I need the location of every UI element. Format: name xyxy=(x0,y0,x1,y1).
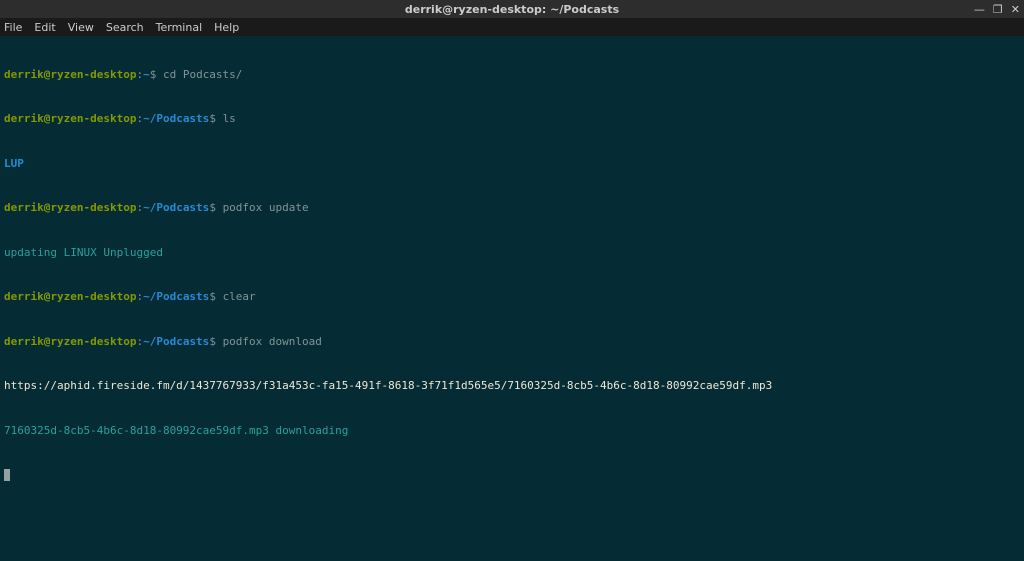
window-controls: — ❐ ✕ xyxy=(974,0,1020,18)
menu-terminal[interactable]: Terminal xyxy=(156,21,203,34)
terminal-line: derrik@ryzen-desktop:~/Podcasts$ clear xyxy=(4,290,1020,305)
prompt-dollar: $ xyxy=(209,112,222,125)
terminal-line: derrik@ryzen-desktop:~$ cd Podcasts/ xyxy=(4,68,1020,83)
menu-edit[interactable]: Edit xyxy=(34,21,55,34)
prompt-user-host: derrik@ryzen-desktop xyxy=(4,290,136,303)
close-button[interactable]: ✕ xyxy=(1011,4,1020,15)
prompt-user-host: derrik@ryzen-desktop xyxy=(4,201,136,214)
terminal-cursor-line xyxy=(4,468,1020,483)
minimize-button[interactable]: — xyxy=(974,4,985,15)
menu-search[interactable]: Search xyxy=(106,21,144,34)
maximize-button[interactable]: ❐ xyxy=(993,4,1003,15)
menubar: File Edit View Search Terminal Help xyxy=(0,18,1024,36)
cursor-icon xyxy=(4,469,10,481)
prompt-path: ~/Podcasts xyxy=(143,290,209,303)
prompt-dollar: $ xyxy=(209,290,222,303)
prompt-dollar: $ xyxy=(209,335,222,348)
menu-view[interactable]: View xyxy=(68,21,94,34)
window-title: derrik@ryzen-desktop: ~/Podcasts xyxy=(405,3,619,16)
terminal-area[interactable]: derrik@ryzen-desktop:~$ cd Podcasts/ der… xyxy=(0,36,1024,500)
titlebar: derrik@ryzen-desktop: ~/Podcasts — ❐ ✕ xyxy=(0,0,1024,18)
command-text: podfox download xyxy=(223,335,322,348)
terminal-line: derrik@ryzen-desktop:~/Podcasts$ podfox … xyxy=(4,201,1020,216)
terminal-output: https://aphid.fireside.fm/d/1437767933/f… xyxy=(4,379,1020,394)
prompt-path: ~ xyxy=(143,68,150,81)
command-text: cd Podcasts/ xyxy=(163,68,242,81)
prompt-path: ~/Podcasts xyxy=(143,201,209,214)
prompt-path: ~/Podcasts xyxy=(143,335,209,348)
command-text: clear xyxy=(223,290,256,303)
terminal-output: LUP xyxy=(4,157,1020,172)
prompt-user-host: derrik@ryzen-desktop xyxy=(4,112,136,125)
prompt-user-host: derrik@ryzen-desktop xyxy=(4,335,136,348)
terminal-output: updating LINUX Unplugged xyxy=(4,246,1020,261)
menu-file[interactable]: File xyxy=(4,21,22,34)
prompt-dollar: $ xyxy=(150,68,163,81)
command-text: ls xyxy=(223,112,236,125)
command-text: podfox update xyxy=(223,201,309,214)
terminal-output: 7160325d-8cb5-4b6c-8d18-80992cae59df.mp3… xyxy=(4,424,1020,439)
menu-help[interactable]: Help xyxy=(214,21,239,34)
prompt-dollar: $ xyxy=(209,201,222,214)
prompt-user-host: derrik@ryzen-desktop xyxy=(4,68,136,81)
prompt-path: ~/Podcasts xyxy=(143,112,209,125)
terminal-line: derrik@ryzen-desktop:~/Podcasts$ podfox … xyxy=(4,335,1020,350)
terminal-line: derrik@ryzen-desktop:~/Podcasts$ ls xyxy=(4,112,1020,127)
